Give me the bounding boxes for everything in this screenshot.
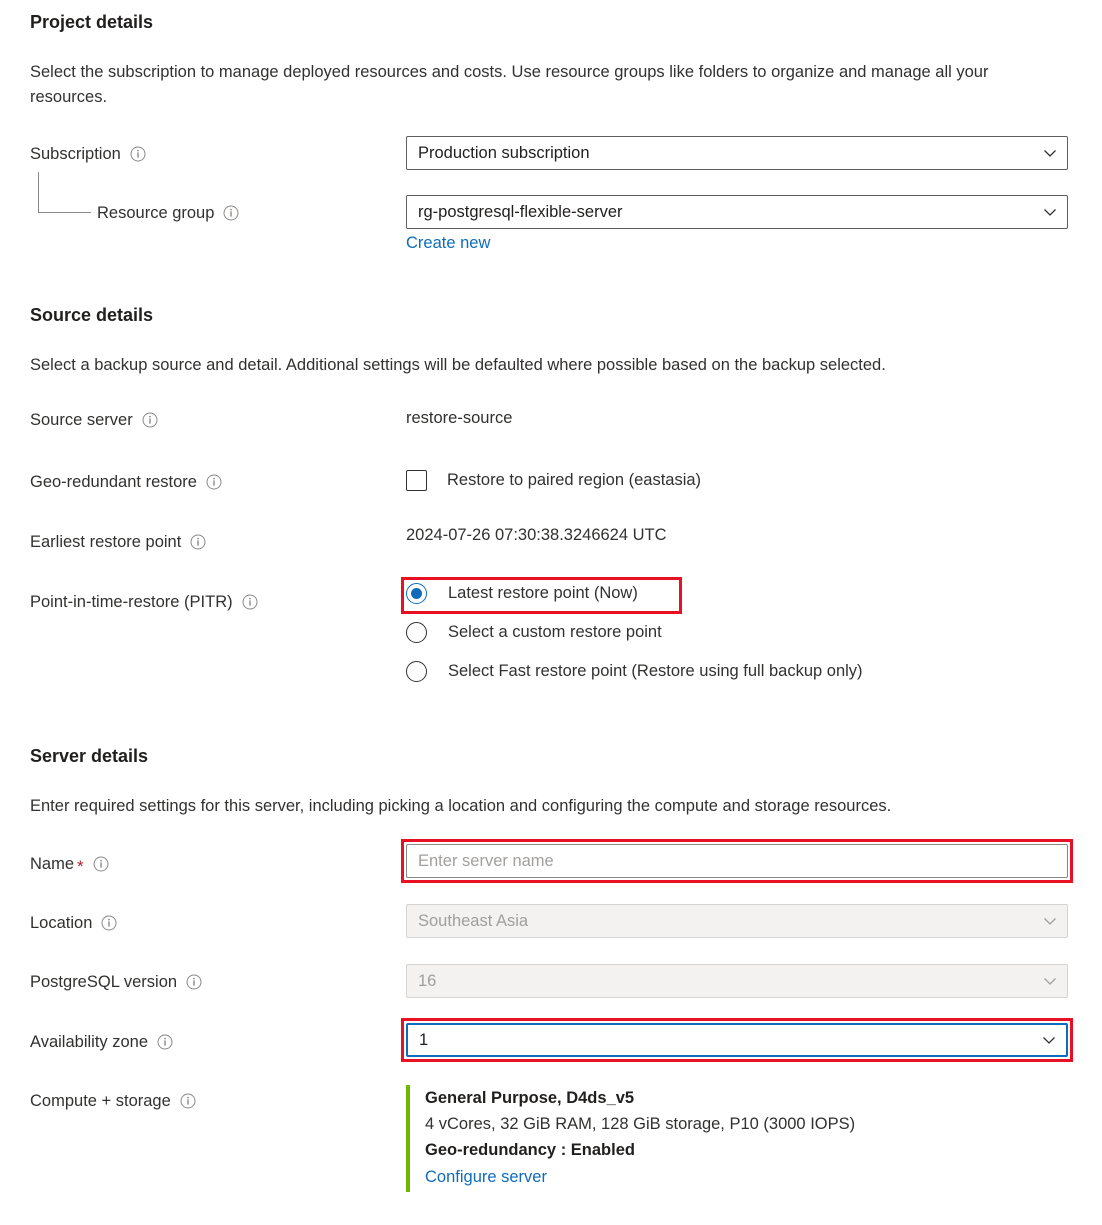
- info-icon[interactable]: [206, 474, 222, 490]
- geo-redundant-restore-label: Geo-redundant restore: [30, 471, 222, 493]
- restore-to-paired-region-checkbox[interactable]: Restore to paired region (eastasia): [406, 468, 701, 492]
- project-details-description: Select the subscription to manage deploy…: [30, 63, 989, 106]
- location-dropdown: Southeast Asia: [406, 904, 1068, 938]
- checkbox-box[interactable]: [406, 469, 427, 491]
- server-name-input[interactable]: Enter server name: [406, 844, 1068, 878]
- earliest-restore-point-label-text: Earliest restore point: [30, 532, 182, 551]
- server-name-label: Name *: [30, 853, 109, 875]
- compute-storage-label-text: Compute + storage: [30, 1091, 171, 1110]
- subscription-label-text: Subscription: [30, 144, 121, 163]
- chevron-down-icon: [1044, 209, 1056, 216]
- postgresql-version-dropdown: 16: [406, 964, 1068, 998]
- compute-specs: 4 vCores, 32 GiB RAM, 128 GiB storage, P…: [425, 1115, 856, 1133]
- source-server-label-text: Source server: [30, 410, 133, 429]
- pitr-option-label: Latest restore point (Now): [448, 584, 638, 602]
- resource-group-label: Resource group: [97, 202, 239, 224]
- info-icon[interactable]: [180, 1093, 196, 1109]
- location-label-text: Location: [30, 913, 93, 932]
- source-details-heading: Source details: [30, 305, 154, 325]
- pitr-label: Point-in-time-restore (PITR): [30, 591, 258, 613]
- pitr-option-label: Select a custom restore point: [448, 623, 662, 641]
- pitr-radio-group[interactable]: Latest restore point (Now) Select a cust…: [406, 578, 863, 695]
- info-icon[interactable]: [157, 1034, 173, 1050]
- radio-mark[interactable]: [406, 661, 427, 682]
- location-value: Southeast Asia: [418, 911, 529, 930]
- subscription-dropdown[interactable]: Production subscription: [406, 136, 1068, 170]
- source-server-value: restore-source: [406, 409, 513, 427]
- pitr-label-text: Point-in-time-restore (PITR): [30, 592, 233, 611]
- create-new-resource-group-link[interactable]: Create new: [406, 234, 490, 253]
- info-icon[interactable]: [93, 856, 109, 872]
- chevron-down-icon: [1044, 978, 1056, 985]
- chevron-down-icon: [1044, 918, 1056, 925]
- compute-storage-summary: General Purpose, D4ds_v5 4 vCores, 32 Gi…: [406, 1085, 855, 1192]
- info-icon[interactable]: [190, 534, 206, 550]
- source-server-label: Source server: [30, 409, 158, 431]
- info-icon[interactable]: [101, 915, 117, 931]
- subscription-label: Subscription: [30, 143, 146, 165]
- subscription-value: Production subscription: [418, 143, 590, 162]
- resource-group-tree-connector: [38, 172, 91, 213]
- availability-zone-value: 1: [419, 1030, 429, 1049]
- server-name-placeholder: Enter server name: [418, 851, 554, 870]
- geo-redundant-restore-label-text: Geo-redundant restore: [30, 472, 197, 491]
- postgresql-version-label-text: PostgreSQL version: [30, 972, 178, 991]
- info-icon[interactable]: [130, 146, 146, 162]
- pitr-option-custom-restore-point[interactable]: Select a custom restore point: [406, 617, 863, 648]
- restore-to-paired-region-label: Restore to paired region (eastasia): [447, 470, 702, 489]
- compute-tier: General Purpose, D4ds_v5: [425, 1089, 635, 1107]
- resource-group-value: rg-postgresql-flexible-server: [418, 202, 623, 221]
- server-name-label-text: Name: [30, 854, 75, 873]
- availability-zone-label: Availability zone: [30, 1031, 173, 1053]
- pitr-option-latest-restore-point[interactable]: Latest restore point (Now): [406, 578, 863, 609]
- postgresql-version-label: PostgreSQL version: [30, 971, 202, 993]
- compute-storage-label: Compute + storage: [30, 1090, 196, 1112]
- location-label: Location: [30, 912, 117, 934]
- info-icon[interactable]: [242, 594, 258, 610]
- geo-redundancy-status: Geo-redundancy : Enabled: [425, 1141, 635, 1159]
- configure-server-link[interactable]: Configure server: [425, 1163, 855, 1192]
- pitr-option-fast-restore-point[interactable]: Select Fast restore point (Restore using…: [406, 656, 863, 687]
- info-icon[interactable]: [223, 205, 239, 221]
- pitr-option-label: Select Fast restore point (Restore using…: [448, 662, 863, 680]
- chevron-down-icon: [1044, 150, 1056, 157]
- info-icon[interactable]: [142, 412, 158, 428]
- chevron-down-icon: [1043, 1037, 1055, 1044]
- source-details-description: Select a backup source and detail. Addit…: [30, 356, 886, 374]
- radio-mark[interactable]: [406, 622, 427, 643]
- availability-zone-dropdown[interactable]: 1: [406, 1023, 1068, 1057]
- create-postgresql-flexible-server-restore-form: Project details Select the subscription …: [0, 0, 1102, 1225]
- server-details-heading: Server details: [30, 746, 149, 766]
- availability-zone-label-text: Availability zone: [30, 1032, 149, 1051]
- required-marker: *: [77, 856, 84, 876]
- server-details-description: Enter required settings for this server,…: [30, 797, 892, 815]
- resource-group-label-text: Resource group: [97, 203, 215, 222]
- radio-mark[interactable]: [406, 583, 427, 604]
- postgresql-version-value: 16: [418, 971, 437, 990]
- resource-group-dropdown[interactable]: rg-postgresql-flexible-server: [406, 195, 1068, 229]
- project-details-heading: Project details: [30, 12, 154, 32]
- info-icon[interactable]: [186, 974, 202, 990]
- earliest-restore-point-label: Earliest restore point: [30, 531, 206, 553]
- earliest-restore-point-value: 2024-07-26 07:30:38.3246624 UTC: [406, 526, 667, 544]
